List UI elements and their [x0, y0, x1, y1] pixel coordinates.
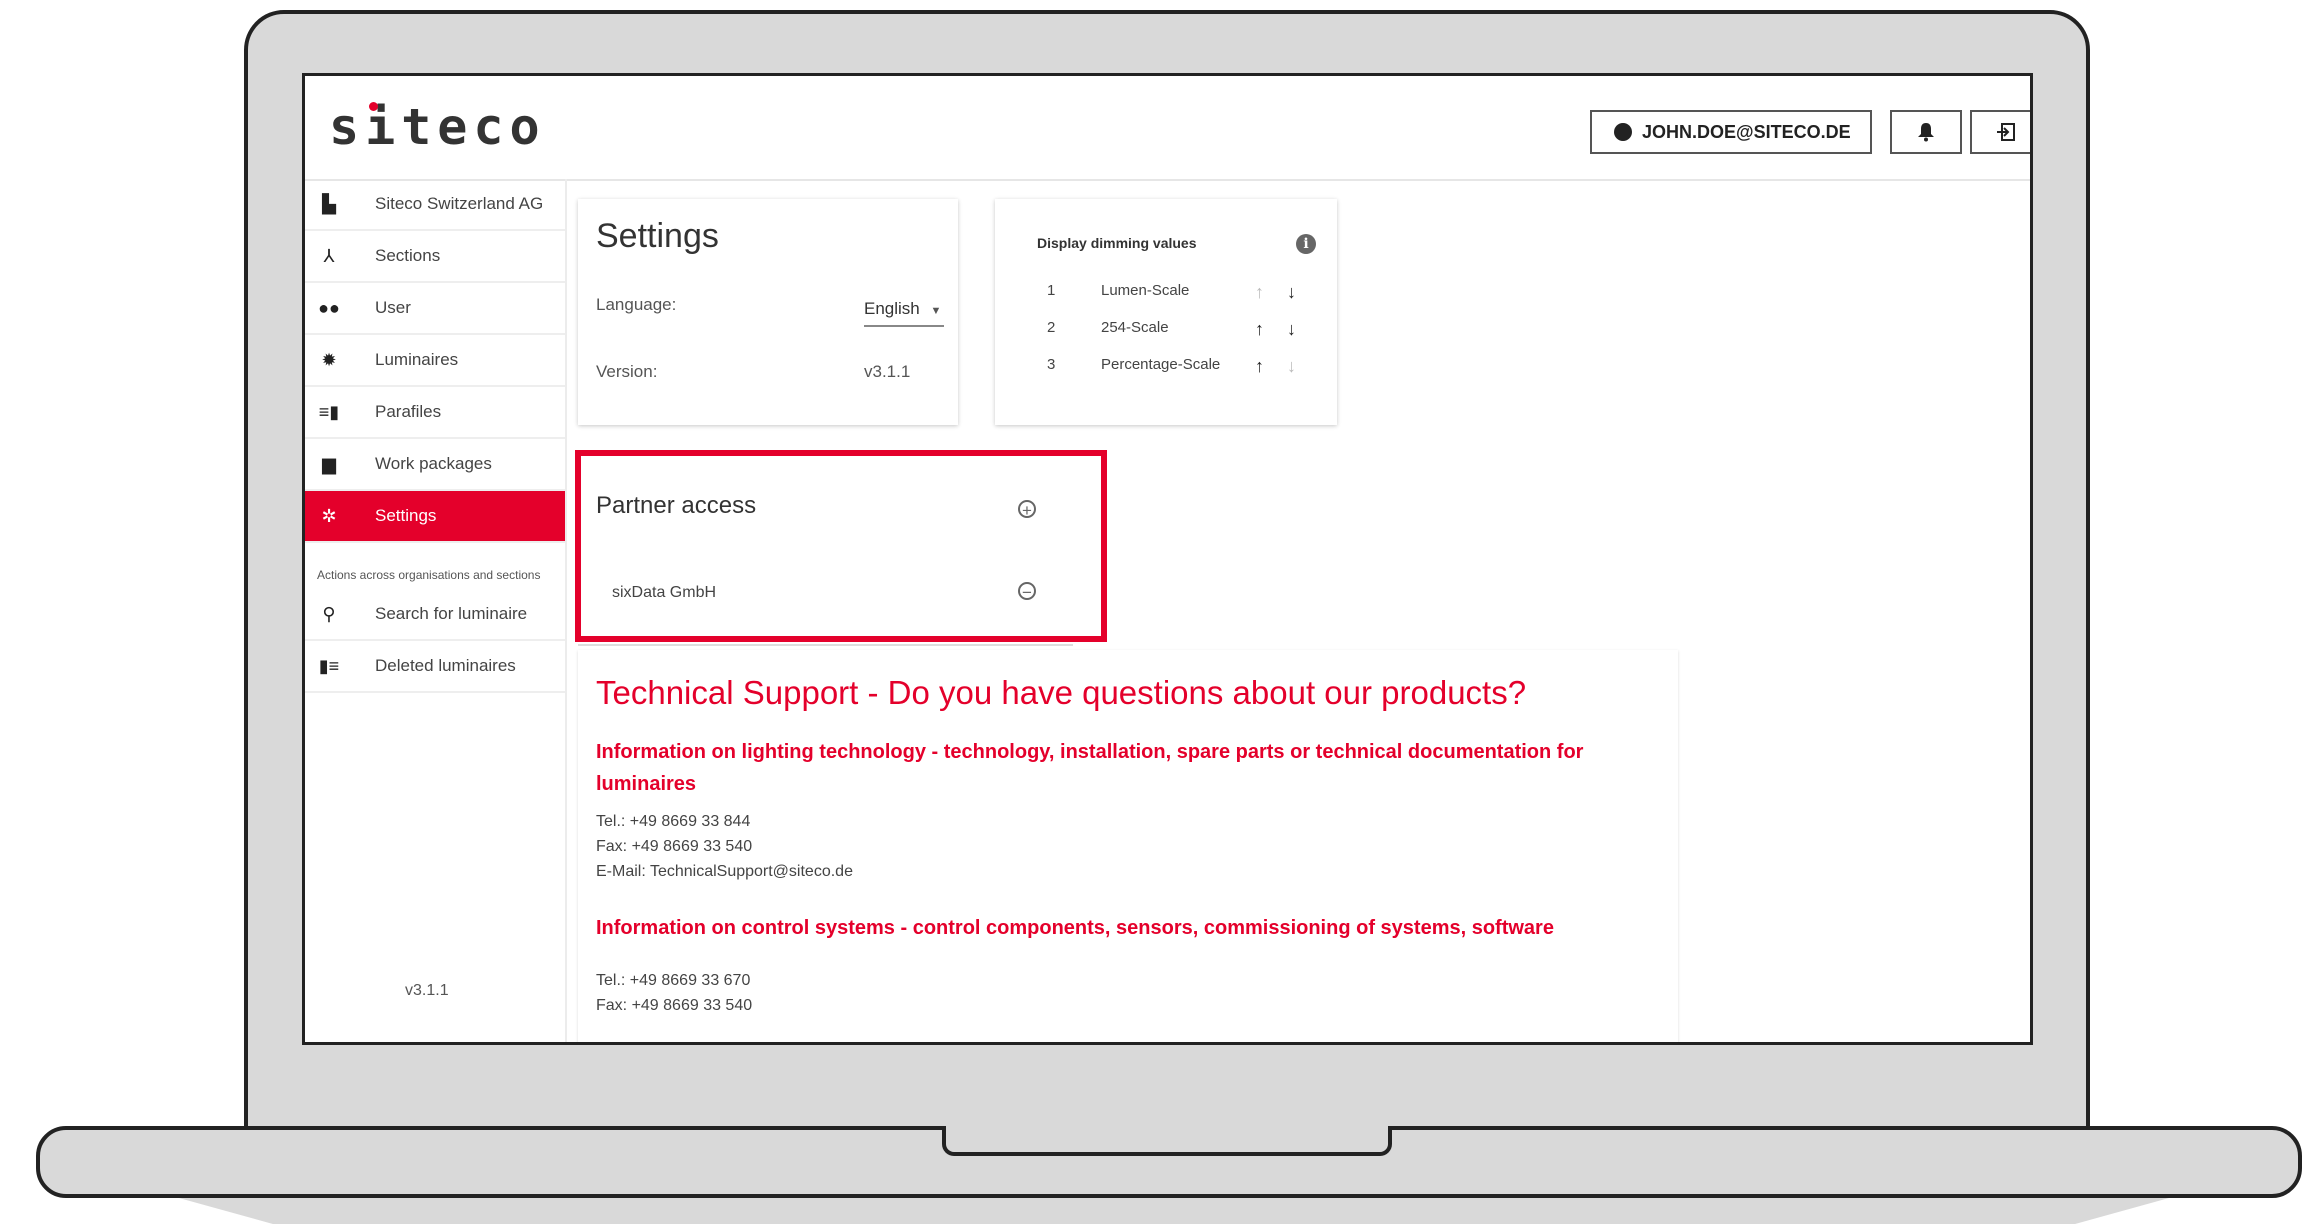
sidebar-item-work-packages[interactable]: ▆ Work packages — [305, 439, 565, 491]
dimming-row-number: 3 — [1047, 356, 1056, 373]
sidebar-item-deleted-luminaires[interactable]: ▮≡ Deleted luminaires — [305, 641, 565, 693]
lighting-info-heading: Information on lighting technology - tec… — [596, 741, 1584, 795]
arrow-down-icon: ↓ — [1287, 356, 1296, 376]
sidebar-item-label: Settings — [375, 506, 437, 525]
control-info-heading: Information on control systems - control… — [596, 917, 1554, 939]
briefcase-icon: ▆ — [322, 453, 336, 474]
highlight-frame — [575, 450, 1107, 642]
logo-dot — [369, 102, 378, 111]
app-screen: siteco JOHN.DOE@SITECO.DE ▙ Siteco Switz… — [302, 73, 2033, 1045]
trash-icon: ▮≡ — [318, 655, 340, 676]
sidebar-item-luminaires[interactable]: ✹ Luminaires — [305, 335, 565, 387]
users-icon: ●● — [318, 297, 340, 318]
bell-icon — [1918, 123, 1934, 142]
dimming-row-name: 254-Scale — [1101, 319, 1169, 336]
sidebar-item-sections[interactable]: ⅄ Sections — [305, 231, 565, 283]
control-fax: Fax: +49 8669 33 540 — [596, 997, 753, 1014]
sidebar-item-label: Deleted luminaires — [375, 656, 516, 675]
sidebar-item-settings[interactable]: ✲ Settings — [305, 491, 565, 543]
version-label: Version: — [596, 362, 658, 381]
sidebar-item-label: Siteco Switzerland AG — [375, 194, 544, 213]
sidebar-item-user[interactable]: ●● User — [305, 283, 565, 335]
control-tel: Tel.: +49 8669 33 670 — [596, 972, 751, 989]
hierarchy-icon: ⅄ — [323, 245, 335, 266]
app-version: v3.1.1 — [405, 982, 449, 999]
technical-support-card: Technical Support - Do you have question… — [578, 650, 1678, 1042]
user-email: JOHN.DOE@SITECO.DE — [1642, 121, 1851, 142]
language-label: Language: — [596, 295, 677, 314]
lamp-icon: ✹ — [321, 349, 337, 370]
top-bar: siteco JOHN.DOE@SITECO.DE — [305, 76, 2030, 181]
dimming-values-card: Display dimming values i 1 Lumen-Scale ↑… — [995, 199, 1337, 425]
lighting-email[interactable]: E-Mail: TechnicalSupport@siteco.de — [596, 863, 853, 881]
dimming-row: 2 254-Scale ↑ ↓ — [1047, 319, 1327, 343]
account-icon — [1614, 123, 1632, 141]
sidebar-item-label: Search for luminaire — [375, 604, 528, 623]
sidebar: ▙ Siteco Switzerland AG ⅄ Sections ●● Us… — [305, 179, 567, 1042]
sidebar-section-note: Actions across organisations and section… — [317, 568, 541, 582]
logout-icon — [1997, 123, 2015, 141]
logout-button[interactable] — [1970, 110, 2030, 154]
dimming-row: 1 Lumen-Scale ↑ ↓ — [1047, 282, 1327, 306]
chevron-down-icon: ▼ — [930, 305, 942, 317]
page-title: Settings — [596, 217, 719, 255]
dimming-row: 3 Percentage-Scale ↑ ↓ — [1047, 356, 1327, 380]
arrow-down-icon[interactable]: ↓ — [1287, 319, 1296, 340]
search-icon: ⚲ — [322, 603, 336, 624]
settings-card: Settings Language: English ▼ Version: v3… — [578, 199, 958, 425]
arrow-down-icon[interactable]: ↓ — [1287, 282, 1296, 303]
sidebar-item-organisation[interactable]: ▙ Siteco Switzerland AG — [305, 179, 565, 231]
language-value: English — [864, 299, 920, 318]
language-select[interactable]: English ▼ — [864, 299, 944, 327]
building-icon: ▙ — [322, 193, 336, 214]
sidebar-item-label: User — [375, 298, 411, 317]
arrow-up-icon[interactable]: ↑ — [1255, 356, 1264, 377]
dimming-row-number: 2 — [1047, 319, 1056, 336]
notifications-button[interactable] — [1890, 110, 1962, 154]
support-title: Technical Support - Do you have question… — [596, 674, 1527, 711]
user-account-button[interactable]: JOHN.DOE@SITECO.DE — [1590, 110, 1872, 154]
gear-icon: ✲ — [321, 505, 337, 526]
laptop-notch — [942, 1126, 1392, 1156]
dimming-row-name: Percentage-Scale — [1101, 356, 1221, 373]
sidebar-item-label: Luminaires — [375, 350, 459, 369]
sidebar-item-label: Work packages — [375, 454, 492, 473]
dimming-row-name: Lumen-Scale — [1101, 282, 1190, 299]
version-value: v3.1.1 — [864, 362, 911, 381]
info-icon[interactable]: i — [1296, 234, 1316, 254]
parafile-icon: ≡▮ — [318, 401, 340, 422]
lighting-fax: Fax: +49 8669 33 540 — [596, 838, 753, 855]
arrow-up-icon: ↑ — [1255, 282, 1264, 302]
siteco-logo[interactable]: siteco — [329, 98, 546, 156]
sidebar-item-parafiles[interactable]: ≡▮ Parafiles — [305, 387, 565, 439]
dimming-row-number: 1 — [1047, 282, 1056, 299]
arrow-up-icon[interactable]: ↑ — [1255, 319, 1264, 340]
lighting-tel: Tel.: +49 8669 33 844 — [596, 813, 751, 830]
dimming-title: Display dimming values — [1037, 235, 1197, 251]
sidebar-item-label: Parafiles — [375, 402, 442, 421]
sidebar-item-search-luminaire[interactable]: ⚲ Search for luminaire — [305, 589, 565, 641]
sidebar-item-label: Sections — [375, 246, 441, 265]
